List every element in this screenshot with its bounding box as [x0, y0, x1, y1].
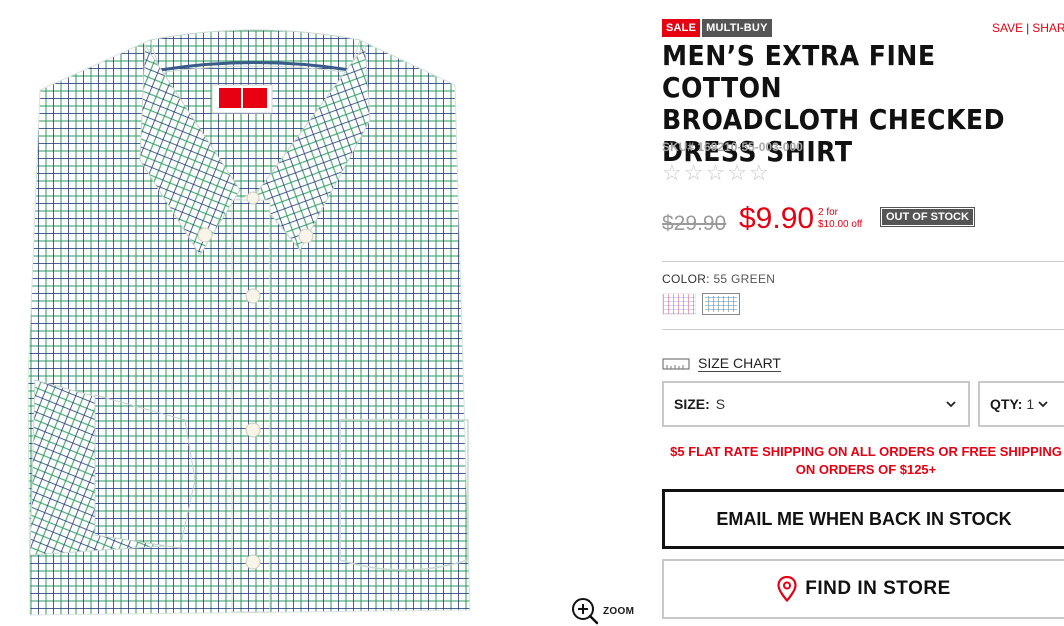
qty-select-value: 1 — [1026, 396, 1035, 412]
star-icon: ☆ — [748, 160, 769, 185]
shirt-placket — [231, 199, 271, 613]
divider — [662, 261, 1064, 262]
product-details-panel: SALE MULTI-BUY SAVE|SHARE MEN’S EXTRA FI… — [662, 0, 1064, 625]
find-in-store-label: FIND IN STORE — [805, 578, 951, 599]
color-selected-value: 55 GREEN — [713, 272, 776, 286]
star-icon: ☆ — [705, 160, 726, 185]
product-image — [27, 29, 471, 616]
chevron-down-icon — [1038, 401, 1048, 408]
out-of-stock-badge: OUT OF STOCK — [880, 207, 975, 227]
chevron-down-icon — [946, 401, 956, 408]
link-separator: | — [1026, 21, 1030, 35]
zoom-button[interactable]: ZOOM — [570, 596, 634, 626]
color-label: COLOR: 55 GREEN — [662, 272, 775, 286]
divider — [662, 329, 1064, 330]
size-chart-label: SIZE CHART — [698, 355, 781, 372]
multibuy-note-line-1: 2 for — [818, 207, 839, 218]
color-swatch-red[interactable] — [662, 293, 696, 315]
multibuy-note: 2 for $10.00 off — [818, 207, 888, 231]
size-select-label: SIZE: — [674, 396, 710, 412]
multibuy-badge: MULTI-BUY — [702, 19, 772, 37]
qty-select[interactable]: QTY: 1 — [978, 381, 1064, 427]
color-swatches — [662, 293, 740, 315]
zoom-label: ZOOM — [603, 605, 635, 617]
find-in-store-button[interactable]: FIND IN STORE — [662, 559, 1064, 619]
share-link[interactable]: SHARE — [1032, 21, 1064, 35]
size-select-value: S — [715, 396, 726, 412]
save-link[interactable]: SAVE — [992, 21, 1023, 35]
product-title-line-2: BROADCLOTH CHECKED — [662, 103, 1005, 136]
sale-price: $9.90 — [739, 202, 815, 235]
email-back-in-stock-button[interactable]: EMAIL ME WHEN BACK IN STOCK — [662, 489, 1064, 549]
shipping-notice-line-2: ON ORDERS OF $125+ — [795, 462, 937, 477]
size-chart-link[interactable]: SIZE CHART — [662, 356, 781, 372]
rating-stars[interactable]: ☆ ☆ ☆ ☆ ☆ — [662, 160, 769, 186]
header-links: SAVE|SHARE — [992, 21, 1064, 35]
map-pin-icon — [777, 576, 797, 602]
product-title-line-1: MEN’S EXTRA FINE COTTON — [662, 39, 936, 104]
sku-value: 169210-55-003-000 — [697, 140, 803, 154]
star-icon: ☆ — [662, 160, 682, 185]
sku-label: SKU# — [662, 140, 695, 154]
shipping-notice: $5 FLAT RATE SHIPPING ON ALL ORDERS OR F… — [662, 443, 1064, 479]
sku: SKU# 169210-55-003-000 — [662, 140, 803, 154]
color-swatch-green[interactable] — [702, 293, 740, 315]
star-icon: ☆ — [727, 160, 747, 185]
shipping-notice-line-1: $5 FLAT RATE SHIPPING ON ALL ORDERS OR F… — [670, 444, 1062, 459]
ruler-icon — [662, 358, 690, 370]
star-icon: ☆ — [683, 160, 704, 185]
original-price: $29.90 — [662, 212, 727, 235]
color-label-prefix: COLOR: — [662, 272, 710, 286]
sale-badge: SALE — [662, 19, 701, 37]
size-select[interactable]: SIZE: S — [662, 381, 970, 427]
qty-select-label: QTY: — [990, 396, 1023, 412]
zoom-in-icon — [572, 598, 599, 625]
price-row: $29.90 $9.90 2 for $10.00 off OUT OF STO… — [662, 202, 1062, 238]
badge-group: SALE MULTI-BUY — [662, 19, 772, 37]
multibuy-note-line-2: $10.00 off — [818, 219, 863, 230]
